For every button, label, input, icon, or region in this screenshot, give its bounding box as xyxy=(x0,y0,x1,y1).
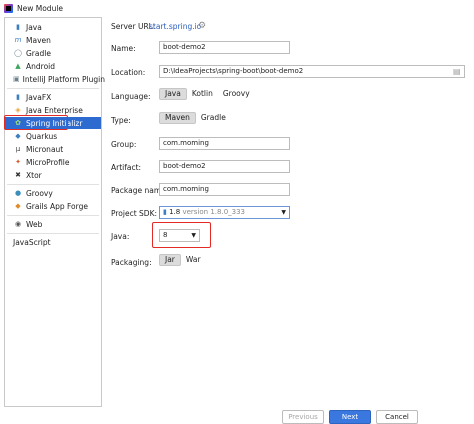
folder-icon: ▮ xyxy=(16,93,20,101)
sidebar-divider xyxy=(7,88,99,89)
quarkus-icon: ◆ xyxy=(15,132,21,140)
name-label: Name: xyxy=(111,44,136,53)
settings-form: Server URL: start.spring.io ⚙ Name: boot… xyxy=(103,17,474,421)
artifact-label: Artifact: xyxy=(111,163,142,172)
folder-browse-icon[interactable]: ▤ xyxy=(453,67,461,76)
sidebar-item-groovy[interactable]: ● Groovy xyxy=(5,187,101,199)
java-enterprise-icon: ◈ xyxy=(15,106,21,114)
type-option-gradle[interactable]: Gradle xyxy=(196,112,231,124)
micronaut-icon: μ xyxy=(15,145,21,153)
sidebar-item-maven[interactable]: m Maven xyxy=(5,34,101,46)
type-option-maven[interactable]: Maven xyxy=(159,112,196,124)
chevron-down-icon: ▼ xyxy=(281,209,286,216)
sidebar-item-android[interactable]: ▲ Android xyxy=(5,60,101,72)
sidebar-item-micronaut[interactable]: μ Micronaut xyxy=(5,143,101,155)
language-option-java[interactable]: Java xyxy=(159,88,187,100)
sidebar-item-java[interactable]: ▮ Java xyxy=(5,21,101,33)
highlight-box-spring-initializr xyxy=(4,115,68,130)
java-version-label: Java: xyxy=(111,232,130,241)
next-button[interactable]: Next xyxy=(329,410,371,424)
type-label: Type: xyxy=(111,116,131,125)
module-type-list[interactable]: ▮ Java m Maven ◯ Gradle ▲ Android ▣ IntelliJ … xyxy=(4,17,105,407)
project-sdk-select[interactable]: ▮ 1.8 version 1.8.0_333 ▼ xyxy=(159,206,290,219)
sidebar-divider xyxy=(7,184,99,185)
name-field[interactable]: boot-demo2 xyxy=(159,41,290,54)
sdk-version-text: version 1.8.0_333 xyxy=(182,208,246,216)
packaging-segmented-control: Jar War xyxy=(159,254,206,266)
sidebar-item-grails[interactable]: ◆ Grails App Forge xyxy=(5,200,101,212)
maven-icon: m xyxy=(14,36,22,44)
artifact-field[interactable]: boot-demo2 xyxy=(159,160,290,173)
language-option-kotlin[interactable]: Kotlin xyxy=(187,88,218,100)
folder-icon: ▮ xyxy=(16,23,20,31)
sidebar-divider xyxy=(7,233,99,234)
grails-icon: ◆ xyxy=(15,202,21,210)
sidebar-item-javascript[interactable]: JavaScript xyxy=(5,236,101,248)
sidebar-item-quarkus[interactable]: ◆ Quarkus xyxy=(5,130,101,142)
sidebar-item-xtor[interactable]: ✖ Xtor xyxy=(5,169,101,181)
server-url-link[interactable]: start.spring.io xyxy=(149,22,201,31)
package-name-field[interactable]: com.moming xyxy=(159,183,290,196)
sidebar-item-web[interactable]: ◉ Web xyxy=(5,218,101,230)
highlight-box-java-version xyxy=(152,222,211,248)
sdk-value: 1.8 xyxy=(169,208,181,216)
group-label: Group: xyxy=(111,140,137,149)
microprofile-icon: ✦ xyxy=(15,158,21,166)
plugin-icon: ▣ xyxy=(13,75,20,83)
window-titlebar: New Module xyxy=(0,0,474,17)
cancel-button[interactable]: Cancel xyxy=(376,410,418,424)
gradle-icon: ◯ xyxy=(14,49,22,57)
sidebar-item-gradle[interactable]: ◯ Gradle xyxy=(5,47,101,59)
group-field[interactable]: com.moming xyxy=(159,137,290,150)
sidebar-item-javafx[interactable]: ▮ JavaFX xyxy=(5,91,101,103)
language-label: Language: xyxy=(111,92,151,101)
location-field[interactable]: D:\IdeaProjects\spring-boot\boot-demo2 xyxy=(159,65,465,78)
language-segmented-control: Java Kotlin Groovy xyxy=(159,88,255,100)
packaging-option-jar[interactable]: Jar xyxy=(159,254,181,266)
packaging-option-war[interactable]: War xyxy=(181,254,206,266)
location-label: Location: xyxy=(111,68,146,77)
project-sdk-label: Project SDK: xyxy=(111,209,158,218)
sidebar-divider xyxy=(7,215,99,216)
previous-button[interactable]: Previous xyxy=(282,410,324,424)
packaging-label: Packaging: xyxy=(111,258,152,267)
globe-icon: ◉ xyxy=(14,220,22,228)
folder-icon: ▮ xyxy=(163,208,167,216)
intellij-logo-icon xyxy=(4,4,13,13)
type-segmented-control: Maven Gradle xyxy=(159,112,231,124)
android-icon: ▲ xyxy=(15,62,21,70)
sidebar-item-microprofile[interactable]: ✦ MicroProfile xyxy=(5,156,101,168)
gear-icon[interactable]: ⚙ xyxy=(198,21,206,31)
groovy-icon: ● xyxy=(14,189,22,197)
xtor-icon: ✖ xyxy=(15,171,21,179)
sidebar-item-intellij-plugin[interactable]: ▣ IntelliJ Platform Plugin xyxy=(5,73,105,85)
language-option-groovy[interactable]: Groovy xyxy=(218,88,255,100)
window-title: New Module xyxy=(17,4,64,13)
